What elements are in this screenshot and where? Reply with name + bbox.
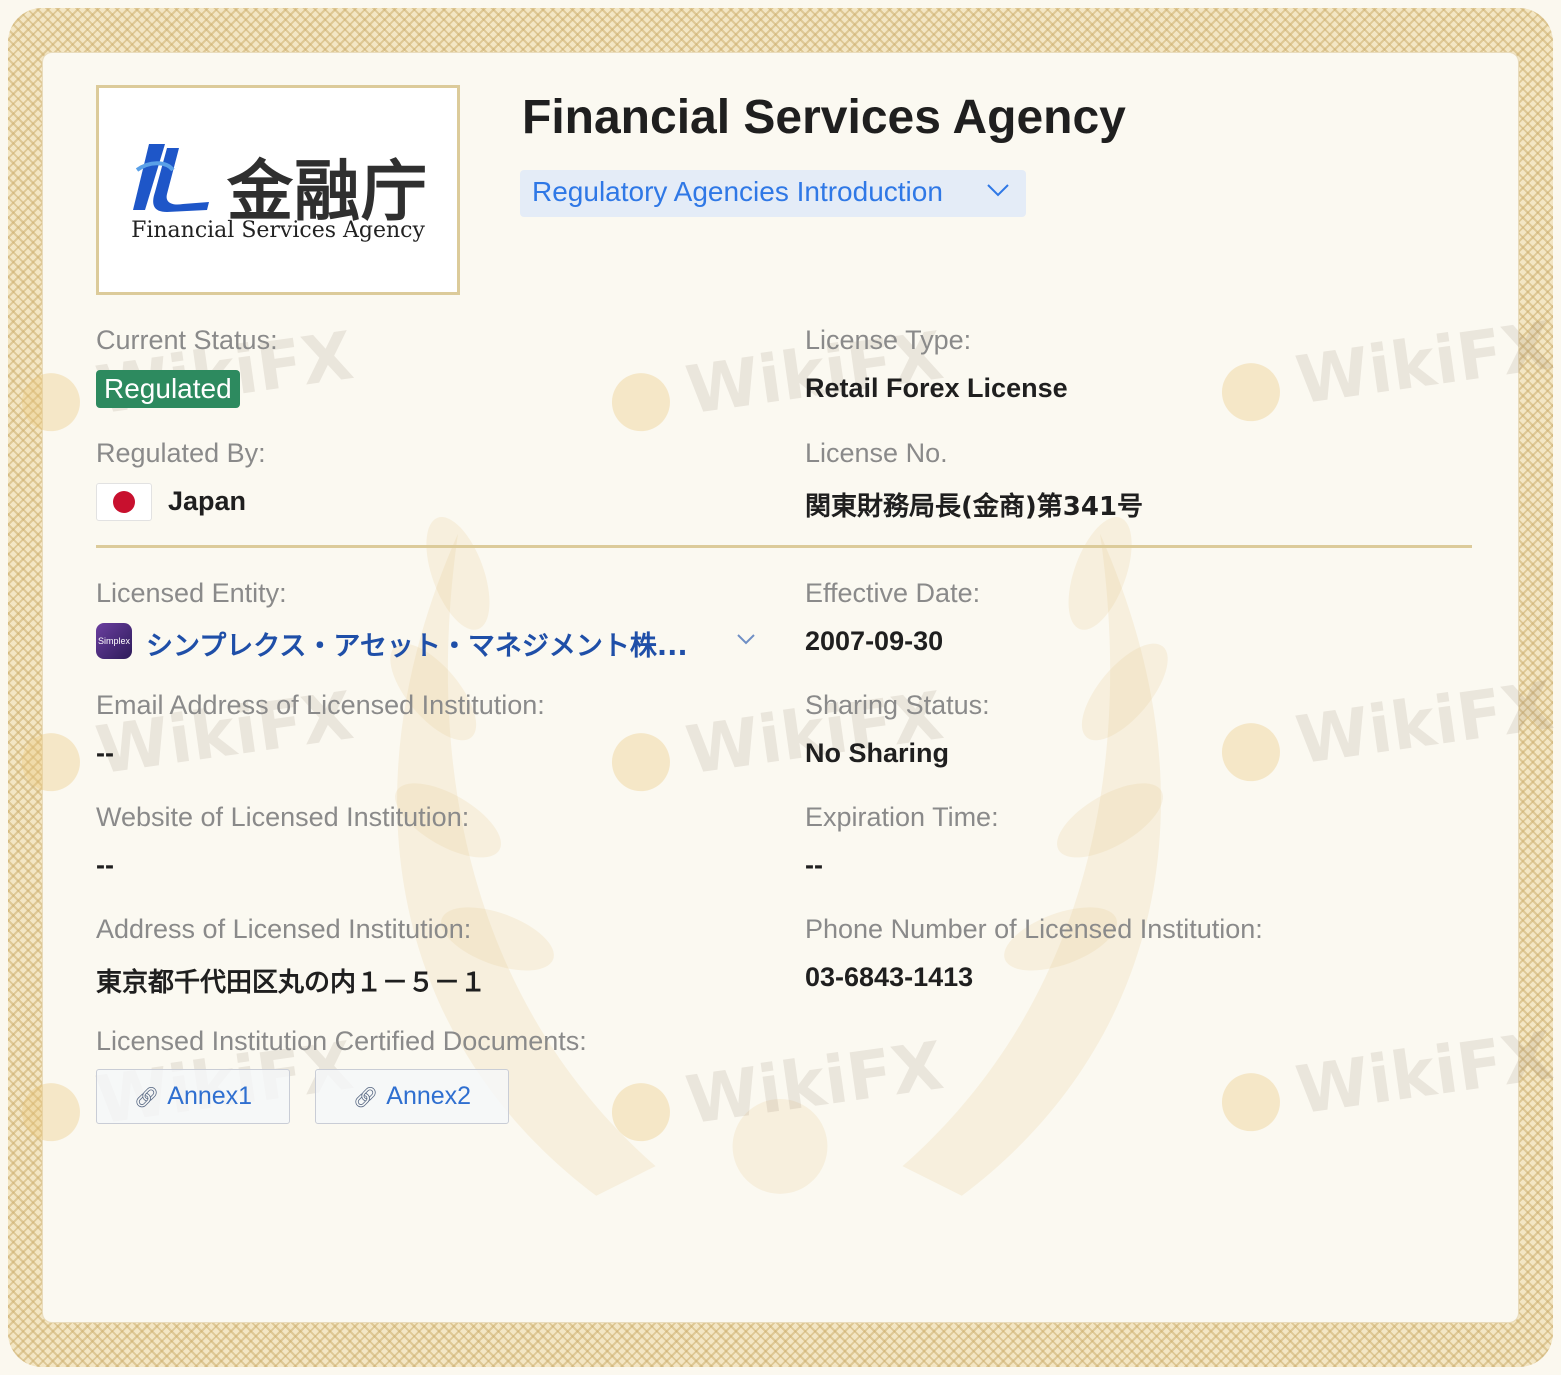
regulated-by-value: Japan xyxy=(168,486,247,516)
regulator-info: 金融庁 Financial Services Agency Financial … xyxy=(0,0,1561,1375)
entity-logo-icon: Simplex xyxy=(96,623,132,659)
license-no-value: 関東財務局長(金商)第341号 xyxy=(805,492,1144,522)
license-type-value: Retail Forex License xyxy=(805,373,1068,403)
sharing-status-label: Sharing Status: xyxy=(805,690,990,720)
regulated-by-label: Regulated By: xyxy=(96,438,266,468)
licensed-entity-label: Licensed Entity: xyxy=(96,578,287,608)
effective-date-label: Effective Date: xyxy=(805,578,981,608)
current-status-label: Current Status: xyxy=(96,325,278,355)
sharing-status-value: No Sharing xyxy=(805,738,950,768)
address-value: 東京都千代田区丸の内１－５－１ xyxy=(96,968,487,998)
annex2-button[interactable]: 🔗︎ Annex2 xyxy=(315,1069,509,1124)
chevron-down-icon xyxy=(987,184,1009,197)
expiration-time-label: Expiration Time: xyxy=(805,802,999,832)
agency-title: Financial Services Agency xyxy=(522,91,1126,144)
annex2-label: Annex2 xyxy=(386,1082,472,1110)
phone-label: Phone Number of Licensed Institution: xyxy=(805,914,1263,944)
regulatory-intro-dropdown[interactable]: Regulatory Agencies Introduction xyxy=(520,170,1026,217)
phone-value: 03-6843-1413 xyxy=(805,962,974,992)
address-label: Address of Licensed Institution: xyxy=(96,914,472,944)
regulatory-intro-label: Regulatory Agencies Introduction xyxy=(532,176,943,207)
section-divider xyxy=(96,545,1472,548)
link-icon: 🔗︎ xyxy=(352,1087,379,1109)
email-value: -- xyxy=(96,738,114,768)
japan-flag-icon xyxy=(96,483,152,521)
website-label: Website of Licensed Institution: xyxy=(96,802,470,832)
effective-date-value: 2007-09-30 xyxy=(805,626,944,656)
fsa-mark-icon xyxy=(133,144,209,212)
licensed-entity-link[interactable]: シンプレクス・アセット・マネジメント株... xyxy=(146,624,688,663)
status-badge: Regulated xyxy=(96,370,240,408)
logo-english-text: Financial Services Agency xyxy=(131,218,425,243)
email-label: Email Address of Licensed Institution: xyxy=(96,690,545,720)
annex1-button[interactable]: 🔗︎ Annex1 xyxy=(96,1069,290,1124)
website-value: -- xyxy=(96,850,114,880)
license-no-label: License No. xyxy=(805,438,948,468)
documents-label: Licensed Institution Certified Documents… xyxy=(96,1026,587,1056)
chevron-down-icon[interactable] xyxy=(736,632,756,646)
license-type-label: License Type: xyxy=(805,325,972,355)
expiration-time-value: -- xyxy=(805,850,823,880)
annex1-label: Annex1 xyxy=(167,1082,253,1110)
link-icon: 🔗︎ xyxy=(133,1087,160,1109)
agency-logo: 金融庁 Financial Services Agency xyxy=(96,85,460,295)
